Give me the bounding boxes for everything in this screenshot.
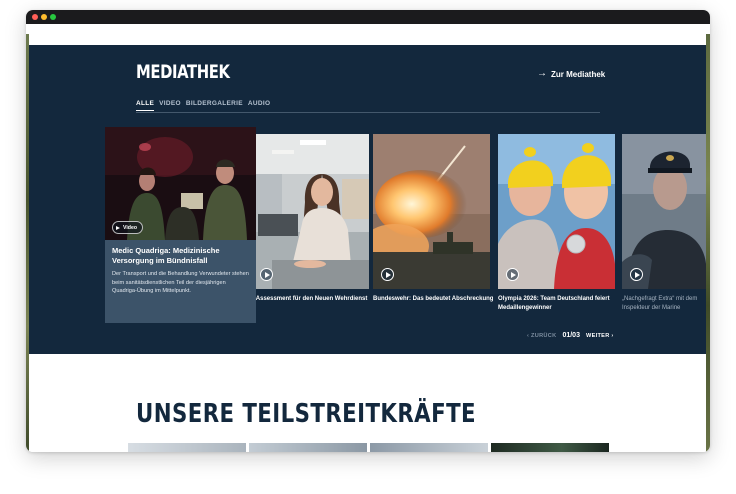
branch-image-marine[interactable] xyxy=(370,443,488,452)
close-window-button[interactable] xyxy=(32,14,38,20)
play-icon[interactable] xyxy=(506,268,519,281)
teilstreitkraefte-heading: UNSERE TEILSTREITKRÄFTE xyxy=(136,399,477,429)
tab-alle[interactable]: ALLE xyxy=(136,100,155,111)
page-counter: 01/03 xyxy=(562,332,580,339)
arrow-right-icon: → xyxy=(537,68,547,79)
prev-button[interactable]: ‹ ZURÜCK xyxy=(527,333,556,339)
window-titlebar xyxy=(26,10,710,24)
browser-window: MEDIATHEK → Zur Mediathek ALLE VIDEO BIL… xyxy=(26,10,710,452)
assessment-thumbnail xyxy=(252,134,369,289)
zur-mediathek-label: Zur Mediathek xyxy=(551,69,606,79)
branch-image-luftwaffe[interactable] xyxy=(249,443,367,452)
mediathek-title: MEDIATHEK xyxy=(136,61,230,83)
video-badge-label: Video xyxy=(123,224,138,231)
marine-caption: „Nachgefragt Extra“ mit dem Inspekteur d… xyxy=(622,296,698,312)
next-button[interactable]: WEITER › xyxy=(586,333,614,339)
maximize-window-button[interactable] xyxy=(50,14,56,20)
video-badge: Video xyxy=(112,221,144,234)
play-icon[interactable] xyxy=(260,268,273,281)
olympia-thumbnail xyxy=(498,134,615,289)
tab-audio[interactable]: AUDIO xyxy=(248,100,270,111)
branch-image-cyber[interactable] xyxy=(491,443,609,452)
tabs-divider xyxy=(136,112,600,113)
minimize-window-button[interactable] xyxy=(41,14,47,20)
tab-video[interactable]: VIDEO xyxy=(159,100,181,111)
abschreckung-thumbnail xyxy=(373,134,490,289)
play-icon xyxy=(116,225,120,230)
carousel-pager: ‹ ZURÜCK 01/03 WEITER › xyxy=(527,332,614,339)
featured-title: Medic Quadriga: Medizinische Versorgung … xyxy=(112,246,220,266)
web-page: MEDIATHEK → Zur Mediathek ALLE VIDEO BIL… xyxy=(29,24,706,452)
prev-label: ZURÜCK xyxy=(531,332,557,339)
tab-bildergalerie[interactable]: BILDERGALERIE xyxy=(186,100,243,111)
play-icon[interactable] xyxy=(630,268,643,281)
camo-edge-right xyxy=(706,34,710,452)
abschreckung-caption: Bundeswehr: Das bedeutet Abschreckung xyxy=(373,296,494,302)
mediathek-section: MEDIATHEK → Zur Mediathek ALLE VIDEO BIL… xyxy=(29,45,706,354)
play-icon[interactable] xyxy=(381,268,394,281)
zur-mediathek-link[interactable]: → Zur Mediathek xyxy=(537,69,605,79)
branch-image-heer[interactable] xyxy=(128,443,246,452)
featured-media-card[interactable]: Video Medic Quadriga: Medizinische Verso… xyxy=(105,127,256,323)
media-tabs: ALLE VIDEO BILDERGALERIE AUDIO xyxy=(136,100,270,111)
assessment-caption: s Assessment für den Neuen Wehrdienst xyxy=(251,296,368,302)
marine-thumbnail xyxy=(622,134,706,289)
next-label: WEITER xyxy=(585,332,610,339)
olympia-caption: Olympia 2026: Team Deutschland feiert Me… xyxy=(498,296,610,312)
featured-description: Der Transport und die Behandlung Verwund… xyxy=(112,271,249,295)
